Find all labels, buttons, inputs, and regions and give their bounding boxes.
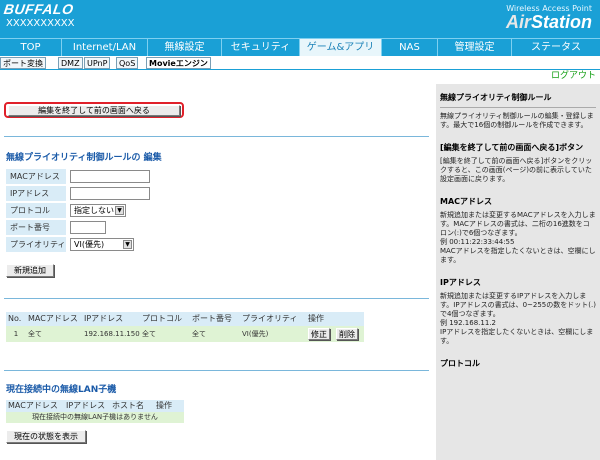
help-text: 無線プライオリティ制御ルールの編集・登録します。最大で16個の制御ルールを作成で…: [440, 112, 594, 129]
help-divider: [440, 107, 596, 108]
col-header-priority: プライオリティ: [240, 312, 306, 326]
edit-section-title: 無線プライオリティ制御ルールの 編集: [6, 153, 162, 163]
header-bar: BUFFALO XXXXXXXXXX Wireless Access Point…: [0, 0, 600, 38]
logout-link[interactable]: ログアウト: [551, 68, 596, 81]
help-title: [編集を終了して前の画面へ戻る]ボタン: [440, 143, 584, 152]
nav-tab-status[interactable]: ステータス: [512, 39, 600, 56]
protocol-row: プロトコル 指定しない ▼: [6, 203, 152, 218]
subtab-movie-engine[interactable]: Movieエンジン: [146, 57, 211, 69]
priority-label: プライオリティ: [6, 237, 66, 252]
main-nav: TOP Internet/LAN 無線設定 セキュリティ ゲーム&アプリ NAS…: [0, 38, 600, 56]
subtab-upnp[interactable]: UPnP: [84, 57, 111, 69]
mac-row: MACアドレス: [6, 169, 152, 184]
help-title: IPアドレス: [440, 278, 481, 287]
delete-rule-button[interactable]: 削除: [336, 328, 358, 340]
help-item: プロトコル: [440, 358, 596, 369]
col-header-ip: IPアドレス: [82, 312, 140, 326]
help-title: 無線プライオリティ制御ルール: [440, 93, 552, 102]
cell-mac: 全て: [26, 326, 82, 342]
help-text: 新規追加または変更するMACアドレスを入力します。MACアドレスの書式は、二桁の…: [440, 211, 596, 264]
airstation-logo: AirStation: [506, 12, 592, 33]
divider: [4, 298, 429, 299]
col-header-no: No.: [6, 312, 26, 326]
help-title: プロトコル: [440, 359, 480, 368]
port-label: ポート番号: [6, 220, 66, 235]
sub-nav: ポート変換 DMZ UPnP QoS Movieエンジン: [0, 56, 600, 70]
col-header-port: ポート番号: [190, 312, 240, 326]
back-button-highlight: 編集を終了して前の画面へ戻る: [4, 102, 184, 118]
col-header-client-mac: MACアドレス: [6, 400, 64, 412]
subtab-dmz[interactable]: DMZ: [58, 57, 83, 69]
mac-input[interactable]: [70, 170, 150, 183]
priority-select[interactable]: VI(優先) ▼: [70, 238, 134, 251]
cell-priority: VI(優先): [240, 326, 306, 342]
ip-input[interactable]: [70, 187, 150, 200]
device-serial: XXXXXXXXXX: [6, 18, 75, 29]
brand-suffix: Station: [531, 12, 592, 32]
cell-port: 全て: [190, 326, 240, 342]
divider: [4, 370, 429, 371]
back-button[interactable]: 編集を終了して前の画面へ戻る: [8, 105, 180, 116]
subtab-port-forwarding[interactable]: ポート変換: [0, 57, 46, 69]
help-item: [編集を終了して前の画面へ戻る]ボタン [編集を終了して前の画面へ戻る]ボタンを…: [440, 142, 596, 184]
buffalo-logo: BUFFALO: [2, 1, 75, 17]
clients-section-title: 現在接続中の無線LAN子機: [6, 385, 117, 395]
chevron-down-icon: ▼: [115, 206, 124, 215]
protocol-value: 指定しない: [74, 206, 114, 215]
help-item: 無線プライオリティ制御ルール 無線プライオリティ制御ルールの編集・登録します。最…: [440, 92, 596, 130]
port-row: ポート番号: [6, 220, 152, 235]
nav-tab-nas[interactable]: NAS: [382, 39, 438, 56]
cell-no: 1: [6, 326, 26, 342]
port-input[interactable]: [70, 221, 106, 234]
mac-label: MACアドレス: [6, 169, 66, 184]
help-sidebar: 無線プライオリティ制御ルール 無線プライオリティ制御ルールの編集・登録します。最…: [436, 84, 600, 460]
nav-tab-game-apps[interactable]: ゲーム&アプリ: [300, 39, 382, 56]
nav-tab-security[interactable]: セキュリティ: [222, 39, 300, 56]
nav-tab-admin[interactable]: 管理設定: [438, 39, 512, 56]
cell-ip: 192.168.11.150: [82, 326, 140, 342]
edit-rule-button[interactable]: 修正: [308, 328, 330, 340]
nav-tab-top[interactable]: TOP: [0, 39, 62, 56]
priority-value: VI(優先): [74, 240, 105, 249]
protocol-label: プロトコル: [6, 203, 66, 218]
add-rule-button[interactable]: 新規追加: [6, 264, 54, 277]
col-header-protocol: プロトコル: [140, 312, 190, 326]
help-text: 新規追加または変更するIPアドレスを入力します。IPアドレスの書式は、0~255…: [440, 292, 596, 345]
help-item: MACアドレス 新規追加または変更するMACアドレスを入力します。MACアドレス…: [440, 196, 596, 265]
divider: [4, 136, 429, 137]
priority-row: プライオリティ VI(優先) ▼: [6, 237, 152, 252]
help-title: MACアドレス: [440, 197, 493, 206]
ip-label: IPアドレス: [6, 186, 66, 201]
col-header-action: 操作: [306, 312, 364, 326]
help-text: [編集を終了して前の画面へ戻る]ボタンをクリックすると、この画面(ページ)の前に…: [440, 157, 593, 183]
cell-protocol: 全て: [140, 326, 190, 342]
ip-row: IPアドレス: [6, 186, 152, 201]
nav-tab-wireless[interactable]: 無線設定: [148, 39, 222, 56]
clients-table-header: MACアドレス IPアドレス ホスト名 操作: [6, 400, 184, 412]
help-item: IPアドレス 新規追加または変更するIPアドレスを入力します。IPアドレスの書式…: [440, 277, 596, 346]
main-content: 編集を終了して前の画面へ戻る 無線プライオリティ制御ルールの 編集 MACアドレ…: [0, 84, 435, 460]
clients-empty-message: 現在接続中の無線LAN子機はありません: [6, 412, 184, 423]
nav-tab-internet-lan[interactable]: Internet/LAN: [62, 39, 148, 56]
protocol-select[interactable]: 指定しない ▼: [70, 204, 126, 217]
col-header-client-action: 操作: [154, 400, 184, 412]
show-status-button[interactable]: 現在の状態を表示: [6, 430, 86, 443]
col-header-client-host: ホスト名: [110, 400, 154, 412]
brand-prefix: Air: [505, 12, 531, 32]
chevron-down-icon: ▼: [123, 240, 132, 249]
col-header-client-ip: IPアドレス: [64, 400, 110, 412]
subtab-qos[interactable]: QoS: [116, 57, 139, 69]
col-header-mac: MACアドレス: [26, 312, 82, 326]
